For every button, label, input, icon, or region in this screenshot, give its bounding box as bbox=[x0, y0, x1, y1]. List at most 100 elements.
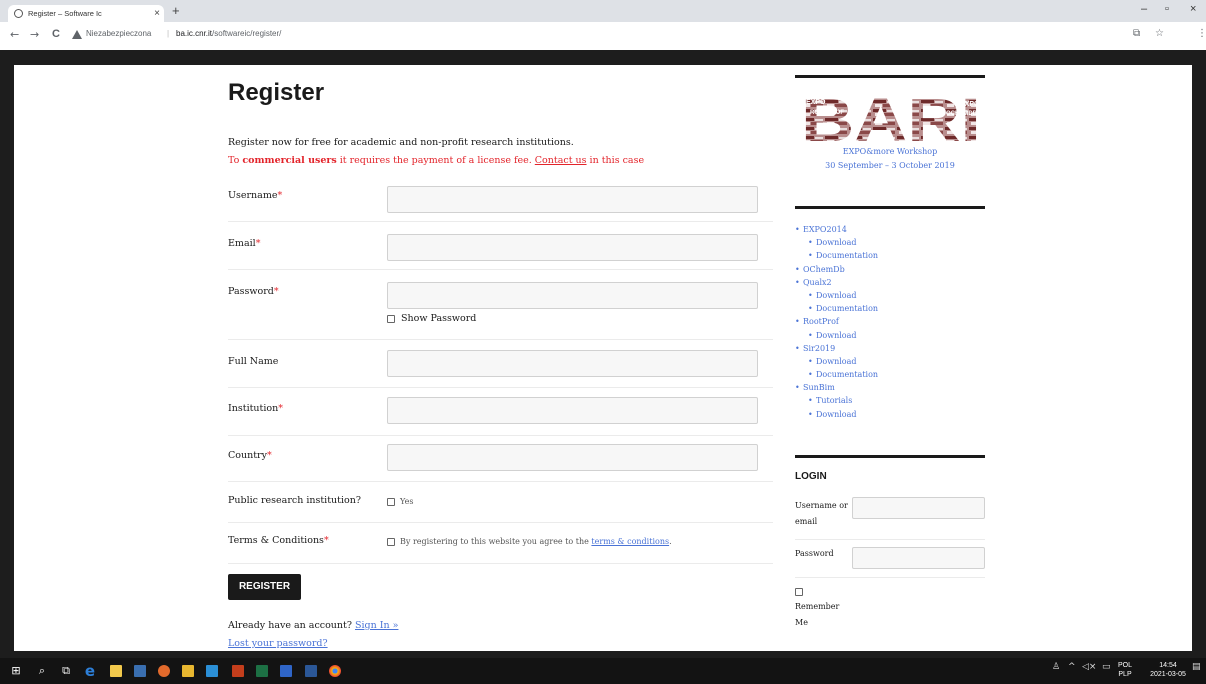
password-input[interactable] bbox=[387, 282, 758, 309]
notice-suffix: in this case bbox=[586, 155, 645, 166]
search-icon[interactable]: ⌕ bbox=[34, 663, 50, 679]
username-row: Username* bbox=[228, 172, 773, 222]
login-password-input[interactable] bbox=[852, 547, 985, 569]
remember-me-label: Remember Me bbox=[795, 602, 840, 627]
sidebar-link[interactable]: Documentation bbox=[795, 249, 878, 262]
minimize-button[interactable]: – bbox=[1141, 3, 1147, 15]
file-explorer-icon[interactable] bbox=[110, 665, 122, 677]
excel-icon[interactable] bbox=[256, 665, 268, 677]
terms-checkbox[interactable] bbox=[387, 538, 395, 546]
sidebar-link[interactable]: EXPO2014 bbox=[795, 223, 878, 236]
globe-icon bbox=[14, 9, 23, 18]
tab-close-icon[interactable]: × bbox=[150, 8, 164, 19]
country-label: Country* bbox=[228, 450, 272, 461]
terms-row: Terms & Conditions* By registering to th… bbox=[228, 523, 773, 564]
close-window-button[interactable]: × bbox=[1190, 3, 1196, 15]
chrome-icon[interactable] bbox=[329, 665, 341, 677]
edge-icon[interactable]: e bbox=[82, 663, 98, 679]
full-name-input[interactable] bbox=[387, 350, 758, 377]
sidebar-link[interactable]: Sir2019 bbox=[795, 342, 878, 355]
maximize-button[interactable]: ▫ bbox=[1165, 3, 1169, 15]
url-separator: | bbox=[167, 29, 170, 38]
bari-workshop-logo[interactable]: BARI EXPO ROOTPROF OCHEMDB EXPO EXPO bbox=[800, 90, 982, 143]
sign-in-link[interactable]: Sign In » bbox=[355, 620, 398, 631]
public-research-checkbox[interactable] bbox=[387, 498, 395, 506]
app-icon[interactable] bbox=[280, 665, 292, 677]
web-page: Register Register now for free for acade… bbox=[14, 65, 1192, 651]
terms-option[interactable]: By registering to this website you agree… bbox=[387, 537, 672, 546]
login-separator bbox=[795, 577, 985, 578]
full-name-label: Full Name bbox=[228, 356, 279, 367]
country-input[interactable] bbox=[387, 444, 758, 471]
required-mark: * bbox=[273, 286, 279, 297]
required-mark: * bbox=[278, 403, 283, 414]
logo-tag: ROOTPROF bbox=[810, 110, 844, 116]
browser-tab[interactable]: Register – Software Ic × bbox=[8, 5, 164, 22]
security-status[interactable]: Niezabezpieczona bbox=[86, 29, 151, 38]
sidebar-link[interactable]: Download bbox=[795, 355, 878, 368]
username-input[interactable] bbox=[387, 186, 758, 213]
workshop-dates[interactable]: 30 September – 3 October 2019 bbox=[795, 161, 985, 170]
institution-input[interactable] bbox=[387, 397, 758, 424]
email-input[interactable] bbox=[387, 234, 758, 261]
notice-prefix: To bbox=[228, 155, 243, 166]
app-icon[interactable] bbox=[134, 665, 146, 677]
sidebar-link[interactable]: Download bbox=[795, 329, 878, 342]
system-clock[interactable]: 14:54 2021-03-05 bbox=[1145, 661, 1191, 679]
back-button[interactable]: ← bbox=[10, 28, 19, 41]
browser-tab-strip: Register – Software Ic × + – ▫ × bbox=[0, 0, 1206, 22]
sidebar-link[interactable]: Documentation bbox=[795, 368, 878, 381]
address-bar-area: ← → C Niezabezpieczona | ba.ic.cnr.it/so… bbox=[0, 22, 1206, 50]
terms-label: Terms & Conditions* bbox=[228, 535, 329, 546]
register-button[interactable]: REGISTER bbox=[228, 574, 301, 600]
software-links-list: EXPO2014DownloadDocumentationOChemDbQual… bbox=[795, 223, 878, 421]
store-icon[interactable] bbox=[182, 665, 194, 677]
show-password-toggle[interactable]: Show Password bbox=[387, 313, 476, 324]
volume-icon[interactable]: ◁× bbox=[1082, 662, 1096, 672]
network-icon[interactable]: ▭ bbox=[1102, 662, 1111, 672]
required-mark: * bbox=[277, 190, 283, 201]
show-password-checkbox[interactable] bbox=[387, 314, 395, 323]
url-field[interactable]: ba.ic.cnr.it/softwareic/register/ bbox=[176, 29, 281, 38]
full-name-row: Full Name bbox=[228, 340, 773, 388]
star-icon[interactable]: ☆ bbox=[1155, 28, 1164, 39]
new-tab-button[interactable]: + bbox=[172, 3, 180, 18]
remember-me-checkbox[interactable] bbox=[795, 588, 803, 596]
sidebar-link[interactable]: Download bbox=[795, 408, 878, 421]
sidebar-link[interactable]: OChemDb bbox=[795, 263, 878, 276]
sidebar-link[interactable]: Download bbox=[795, 236, 878, 249]
mail-icon[interactable] bbox=[206, 665, 218, 677]
sidebar-link[interactable]: RootProf bbox=[795, 315, 878, 328]
menu-icon[interactable]: ⋮ bbox=[1197, 28, 1206, 39]
email-row: Email* bbox=[228, 222, 773, 270]
task-view-icon[interactable]: ⧉ bbox=[58, 663, 74, 679]
sidebar-link[interactable]: Qualx2 bbox=[795, 276, 878, 289]
notifications-icon[interactable]: ▤ bbox=[1192, 662, 1201, 672]
input-language[interactable]: POL PLP bbox=[1118, 661, 1132, 679]
windows-start-icon[interactable]: ⊞ bbox=[8, 663, 24, 679]
chevron-up-icon[interactable]: ^ bbox=[1068, 662, 1076, 672]
public-research-option[interactable]: Yes bbox=[387, 497, 413, 506]
translate-icon[interactable]: ⧉ bbox=[1133, 28, 1140, 39]
word-icon[interactable] bbox=[305, 665, 317, 677]
terms-link[interactable]: terms & conditions bbox=[591, 537, 669, 546]
notice-bold: commercial users bbox=[242, 155, 337, 166]
workshop-name-link[interactable]: EXPO&more Workshop bbox=[795, 147, 985, 156]
sidebar-link[interactable]: Documentation bbox=[795, 302, 878, 315]
warning-icon[interactable] bbox=[72, 30, 82, 39]
sidebar-link[interactable]: SunBim bbox=[795, 381, 878, 394]
login-title: LOGIN bbox=[795, 471, 827, 482]
app-icon[interactable] bbox=[158, 665, 170, 677]
required-mark: * bbox=[323, 535, 329, 546]
terms-text: By registering to this website you agree… bbox=[400, 537, 592, 546]
reload-button[interactable]: C bbox=[52, 28, 60, 40]
sidebar-link[interactable]: Tutorials bbox=[795, 394, 878, 407]
people-icon[interactable]: ♙ bbox=[1052, 662, 1060, 672]
powerpoint-icon[interactable] bbox=[232, 665, 244, 677]
lost-password-link[interactable]: Lost your password? bbox=[228, 638, 328, 649]
sidebar-link[interactable]: Download bbox=[795, 289, 878, 302]
forward-button[interactable]: → bbox=[30, 28, 39, 41]
contact-us-link[interactable]: Contact us bbox=[535, 155, 587, 166]
institution-label: Institution* bbox=[228, 403, 283, 414]
login-username-input[interactable] bbox=[852, 497, 985, 519]
